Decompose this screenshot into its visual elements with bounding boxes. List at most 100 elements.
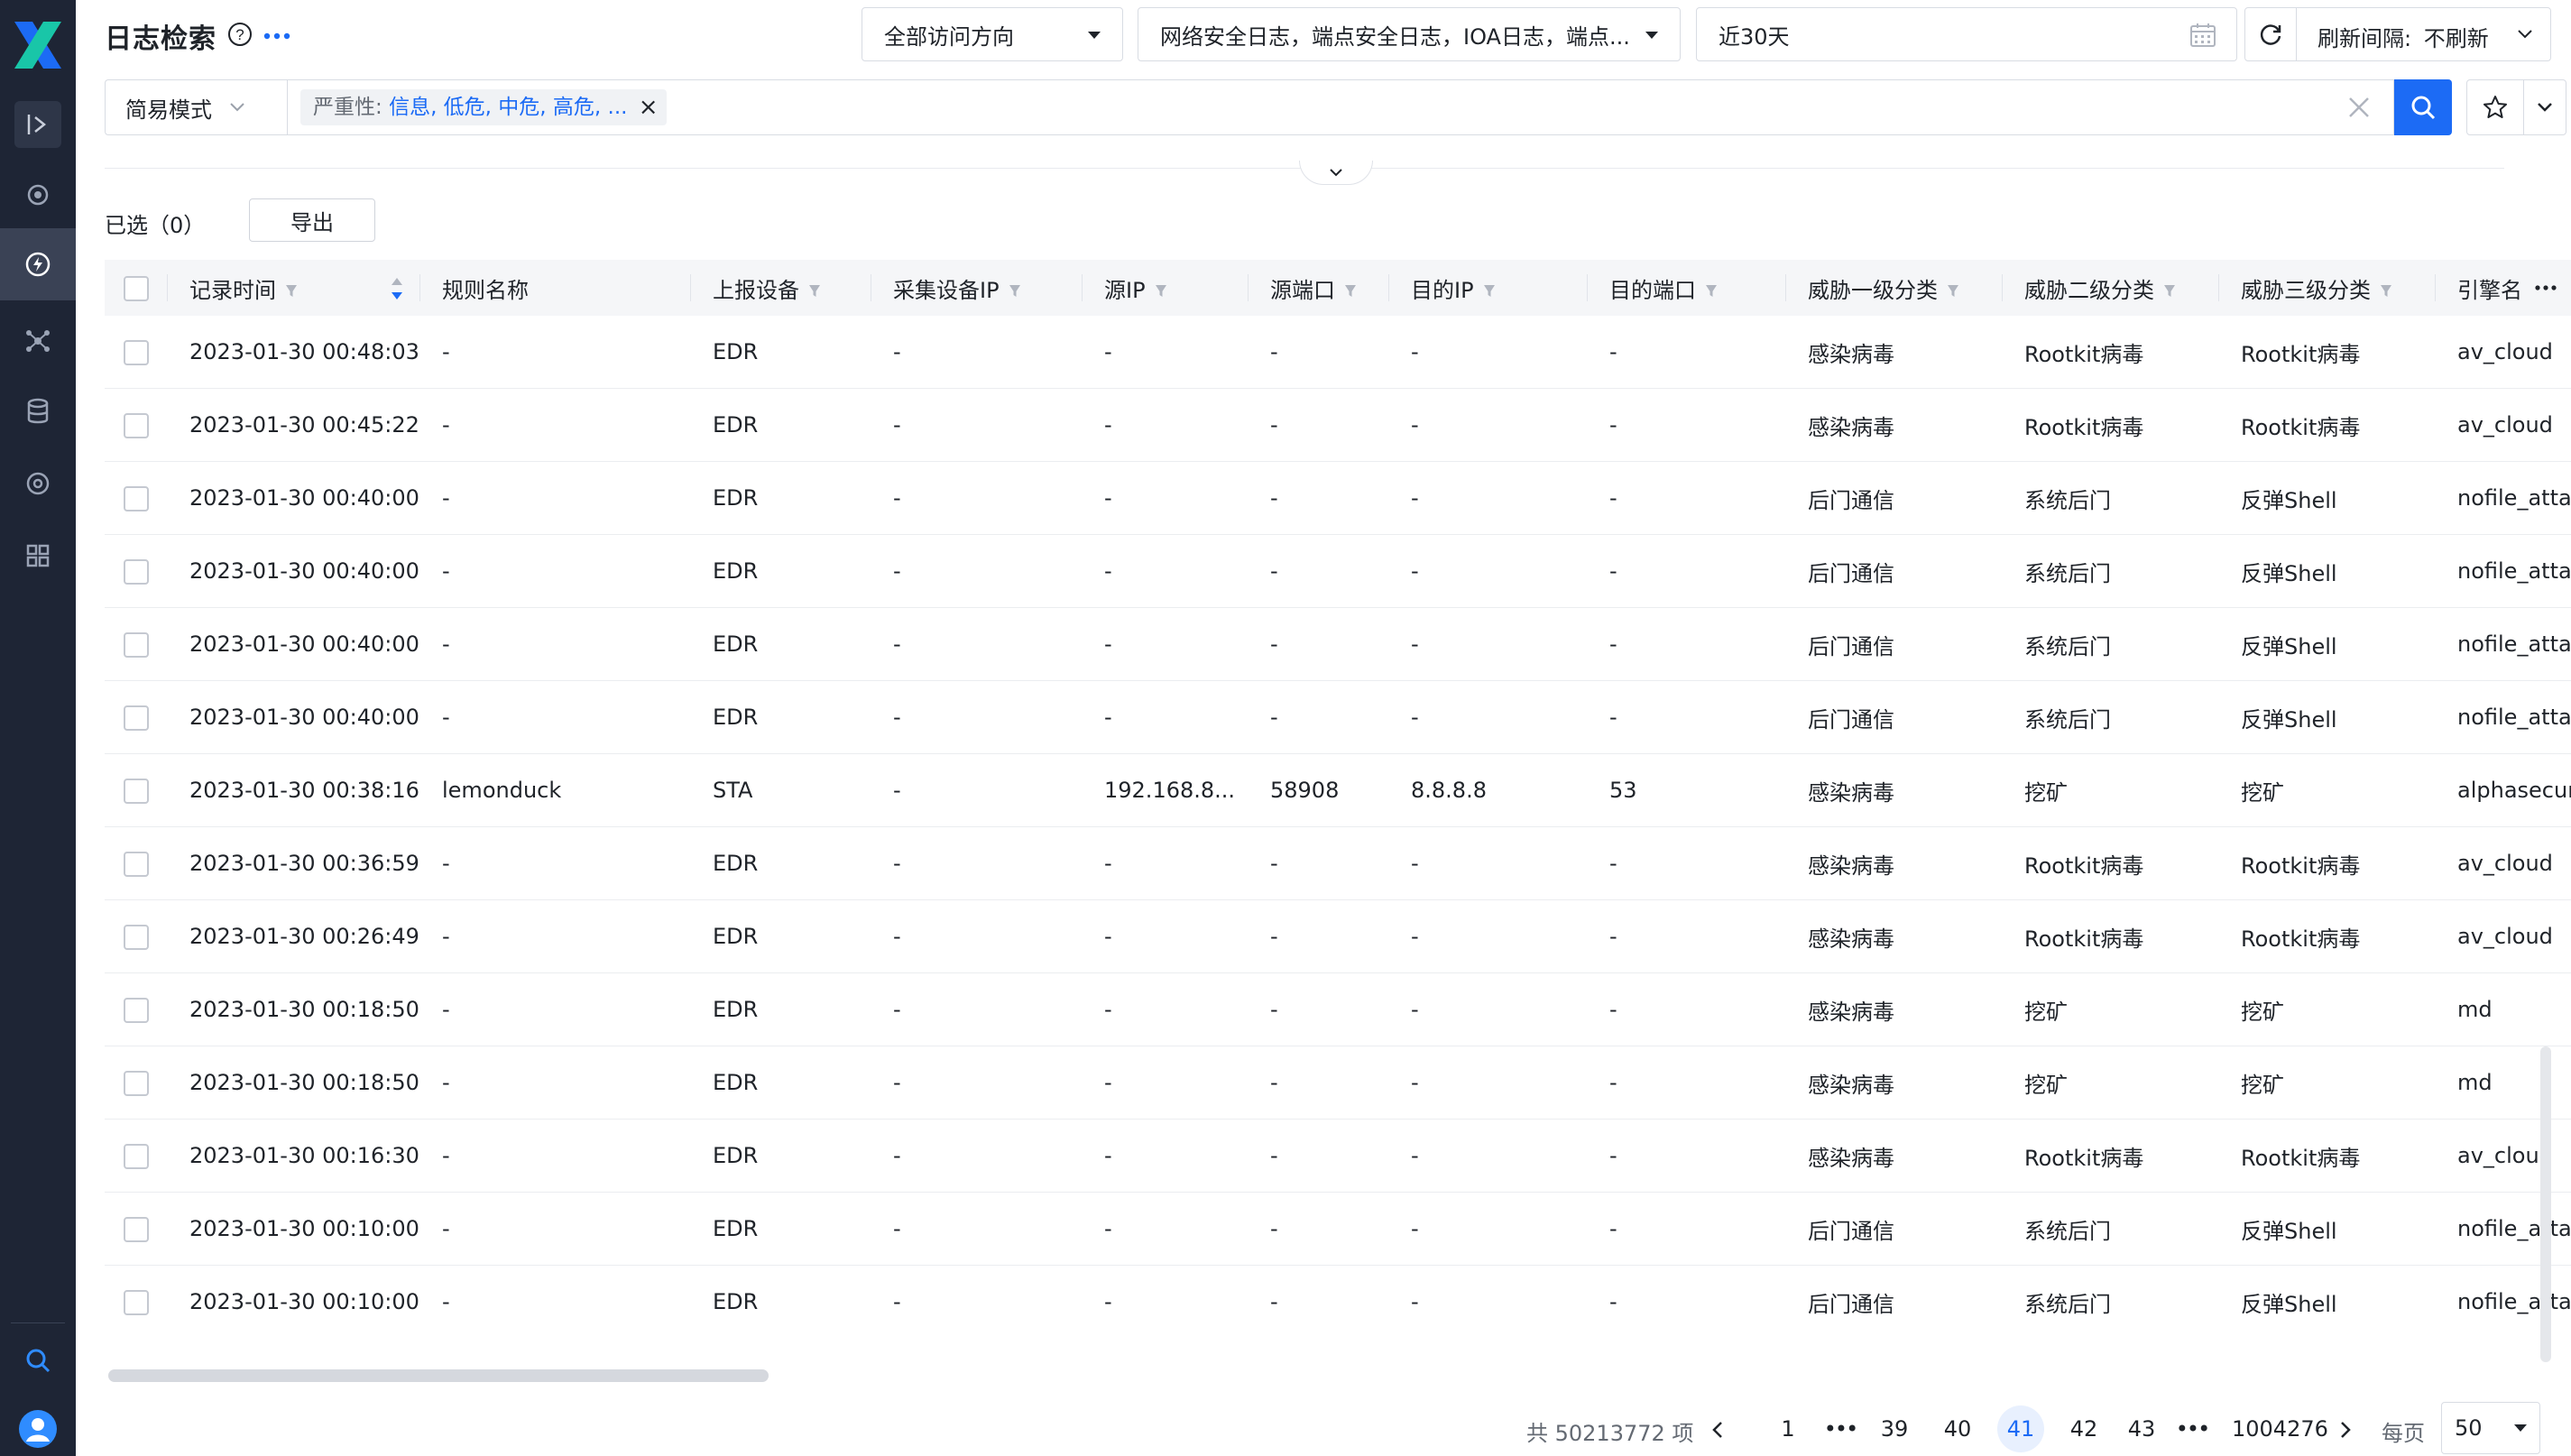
- row-select-cell[interactable]: [105, 1192, 168, 1266]
- table-row[interactable]: 2023-01-30 00:36:59- EDR - - - - - 感染病毒 Rootkit病…: [105, 826, 2571, 900]
- app-logo[interactable]: [9, 16, 67, 74]
- row-checkbox[interactable]: [124, 1070, 149, 1096]
- network-topology-icon[interactable]: [14, 318, 61, 364]
- column-header[interactable]: 源IP: [1083, 260, 1249, 316]
- row-checkbox[interactable]: [124, 778, 149, 804]
- row-select-cell[interactable]: [105, 680, 168, 754]
- row-checkbox[interactable]: [124, 339, 149, 365]
- page-number[interactable]: 43: [2118, 1405, 2165, 1452]
- query-input[interactable]: 严重性: 信息, 低危, 中危, 高危, ... ×: [287, 79, 2394, 135]
- table-row[interactable]: 2023-01-30 00:26:49- EDR - - - - - 感染病毒 Rootkit病…: [105, 899, 2571, 973]
- row-select-cell[interactable]: [105, 899, 168, 973]
- row-select-cell[interactable]: [105, 534, 168, 608]
- filter-icon[interactable]: [1344, 284, 1357, 299]
- column-header[interactable]: 采集设备IP: [871, 260, 1083, 316]
- row-select-cell[interactable]: [105, 607, 168, 681]
- page-number[interactable]: 42: [2060, 1405, 2107, 1452]
- row-select-cell[interactable]: [105, 461, 168, 535]
- expand-filters-toggle[interactable]: [1299, 161, 1373, 185]
- filter-icon[interactable]: [2380, 284, 2392, 299]
- table-row[interactable]: 2023-01-30 00:10:00- EDR - - - - - 后门通信 系统后门 反弹Sh…: [105, 1192, 2571, 1266]
- row-checkbox[interactable]: [124, 558, 149, 585]
- favorites-dropdown-button[interactable]: [2523, 79, 2566, 135]
- table-row[interactable]: 2023-01-30 00:48:03- EDR - - - - - 感染病毒 Rootkit病…: [105, 316, 2571, 389]
- filter-icon[interactable]: [1947, 284, 1959, 299]
- table-row[interactable]: 2023-01-30 00:16:30- EDR - - - - - 感染病毒 Rootkit病…: [105, 1119, 2571, 1193]
- page-number[interactable]: 1: [1765, 1405, 1811, 1452]
- expand-sidebar-icon[interactable]: [14, 101, 61, 148]
- log-search-nav-icon[interactable]: [14, 241, 61, 288]
- table-row[interactable]: 2023-01-30 00:18:50- EDR - - - - - 感染病毒 挖矿 挖矿 md: [105, 972, 2571, 1046]
- table-row[interactable]: 2023-01-30 00:38:16 lemonduck STA -192.168.…: [105, 753, 2571, 827]
- target-icon[interactable]: [14, 460, 61, 507]
- row-select-cell[interactable]: [105, 826, 168, 900]
- row-select-cell[interactable]: [105, 1265, 168, 1333]
- refresh-interval-select[interactable]: 刷新间隔: 不刷新: [2318, 21, 2489, 52]
- help-icon[interactable]: ?: [227, 22, 253, 47]
- filter-icon[interactable]: [1009, 284, 1021, 299]
- page-ellipsis[interactable]: •••: [2169, 1405, 2216, 1452]
- row-checkbox[interactable]: [124, 997, 149, 1023]
- row-select-cell[interactable]: [105, 316, 168, 389]
- filter-icon[interactable]: [1155, 284, 1167, 299]
- more-options-icon[interactable]: [263, 32, 290, 40]
- horizontal-scrollbar[interactable]: [108, 1369, 769, 1382]
- export-button[interactable]: 导出: [249, 198, 375, 242]
- apps-grid-icon[interactable]: [14, 532, 61, 579]
- column-header[interactable]: 目的IP: [1389, 260, 1588, 316]
- refresh-button[interactable]: [2245, 8, 2297, 60]
- monitor-eye-icon[interactable]: [14, 171, 61, 218]
- row-select-cell[interactable]: [105, 1119, 168, 1193]
- table-row[interactable]: 2023-01-30 00:10:00- EDR - - - - - 后门通信 系统后门 反弹Sh…: [105, 1265, 2571, 1333]
- page-number[interactable]: 39: [1871, 1405, 1918, 1452]
- global-search-icon[interactable]: [14, 1337, 61, 1384]
- row-checkbox[interactable]: [124, 412, 149, 438]
- favorite-button[interactable]: [2466, 79, 2524, 135]
- row-checkbox[interactable]: [124, 631, 149, 658]
- row-checkbox[interactable]: [124, 924, 149, 950]
- next-page-icon[interactable]: [2338, 1420, 2353, 1440]
- page-number[interactable]: 40: [1934, 1405, 1981, 1452]
- row-checkbox[interactable]: [124, 705, 149, 731]
- column-header[interactable]: 目的端口: [1588, 260, 1786, 316]
- search-mode-select[interactable]: 简易模式: [105, 79, 287, 135]
- prev-page-icon[interactable]: [1710, 1420, 1725, 1440]
- filter-icon[interactable]: [2163, 284, 2176, 299]
- column-header[interactable]: 源端口: [1249, 260, 1389, 316]
- database-icon[interactable]: [14, 388, 61, 435]
- filter-icon[interactable]: [1705, 284, 1718, 299]
- log-type-select[interactable]: 网络安全日志，端点安全日志，IOA日志，端点...: [1138, 7, 1681, 61]
- table-row[interactable]: 2023-01-30 00:40:00- EDR - - - - - 后门通信 系统后门 反弹Sh…: [105, 680, 2571, 754]
- sort-icon[interactable]: [390, 276, 404, 301]
- table-row[interactable]: 2023-01-30 00:40:00- EDR - - - - - 后门通信 系统后门 反弹Sh…: [105, 461, 2571, 535]
- row-select-cell[interactable]: [105, 1046, 168, 1120]
- row-select-cell[interactable]: [105, 388, 168, 462]
- page-ellipsis[interactable]: •••: [1817, 1405, 1864, 1452]
- column-header[interactable]: 威胁一级分类: [1786, 260, 2003, 316]
- column-header[interactable]: 规则名称: [420, 260, 691, 316]
- column-header[interactable]: 威胁三级分类: [2219, 260, 2436, 316]
- clear-input-icon[interactable]: [2345, 94, 2373, 121]
- tag-close-icon[interactable]: ×: [639, 89, 659, 125]
- row-checkbox[interactable]: [124, 851, 149, 877]
- column-header[interactable]: 上报设备: [691, 260, 871, 316]
- direction-select[interactable]: 全部访问方向: [862, 7, 1123, 61]
- select-all-checkbox[interactable]: [124, 275, 149, 301]
- row-checkbox[interactable]: [124, 1216, 149, 1242]
- table-row[interactable]: 2023-01-30 00:40:00- EDR - - - - - 后门通信 系统后门 反弹Sh…: [105, 534, 2571, 608]
- row-checkbox[interactable]: [124, 1289, 149, 1315]
- row-checkbox[interactable]: [124, 1143, 149, 1169]
- column-header[interactable]: 威胁二级分类: [2003, 260, 2219, 316]
- vertical-scrollbar[interactable]: [2540, 1046, 2551, 1362]
- filter-icon[interactable]: [808, 284, 821, 299]
- table-row[interactable]: 2023-01-30 00:45:22- EDR - - - - - 感染病毒 Rootkit病…: [105, 388, 2571, 462]
- severity-filter-tag[interactable]: 严重性: 信息, 低危, 中危, 高危, ... ×: [300, 89, 668, 125]
- refresh-interval-control[interactable]: 刷新间隔: 不刷新: [2244, 7, 2551, 61]
- user-avatar-icon[interactable]: [14, 1405, 61, 1452]
- search-button[interactable]: [2394, 79, 2452, 135]
- column-settings-icon[interactable]: [2526, 260, 2566, 316]
- table-row[interactable]: 2023-01-30 00:18:50- EDR - - - - - 感染病毒 挖矿 挖矿 md: [105, 1046, 2571, 1120]
- page-size-select[interactable]: 50: [2441, 1402, 2540, 1454]
- row-select-cell[interactable]: [105, 972, 168, 1046]
- date-range-picker[interactable]: 近30天: [1696, 7, 2237, 61]
